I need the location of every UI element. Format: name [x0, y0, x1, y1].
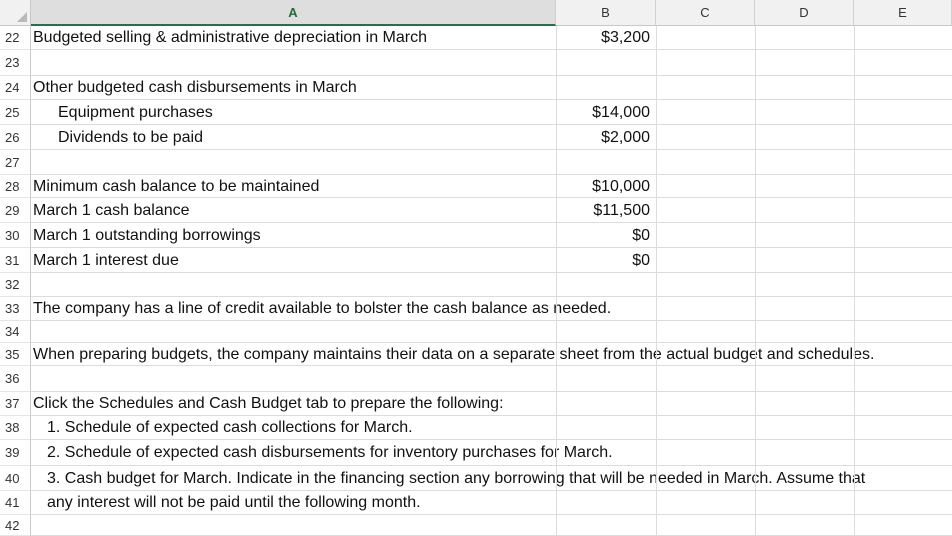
column-gridline: [854, 26, 855, 536]
table-row: [31, 50, 952, 76]
row-header[interactable]: 28: [0, 175, 31, 198]
column-header-d[interactable]: D: [755, 0, 854, 26]
row-header[interactable]: 29: [0, 198, 31, 223]
cell-a40[interactable]: 3. Cash budget for March. Indicate in th…: [47, 469, 866, 489]
row-header[interactable]: 31: [0, 248, 31, 273]
cell-b22[interactable]: $3,200: [556, 28, 650, 48]
cell-b30[interactable]: $0: [556, 226, 650, 246]
cell-a31[interactable]: March 1 interest due: [33, 251, 179, 271]
cell-a33[interactable]: The company has a line of credit availab…: [33, 299, 612, 319]
column-gridline: [656, 26, 657, 536]
cell-a38[interactable]: 1. Schedule of expected cash collections…: [47, 418, 413, 438]
cell-a28[interactable]: Minimum cash balance to be maintained: [33, 177, 320, 197]
row-header[interactable]: 22: [0, 26, 31, 50]
row-header[interactable]: 24: [0, 76, 31, 100]
row-header[interactable]: 27: [0, 150, 31, 175]
table-row: [31, 515, 952, 536]
column-gridline: [755, 26, 756, 536]
cell-b26[interactable]: $2,000: [556, 128, 650, 148]
row-header[interactable]: 38: [0, 416, 31, 440]
cell-a22[interactable]: Budgeted selling & administrative deprec…: [33, 28, 427, 48]
row-header[interactable]: 37: [0, 392, 31, 416]
cell-a30[interactable]: March 1 outstanding borrowings: [33, 226, 261, 246]
row-header[interactable]: 30: [0, 223, 31, 248]
row-header[interactable]: 36: [0, 366, 31, 392]
table-row: [31, 273, 952, 297]
table-row: [31, 321, 952, 343]
column-header-a[interactable]: A: [31, 0, 556, 26]
cell-b31[interactable]: $0: [556, 251, 650, 271]
table-row: [31, 366, 952, 392]
row-header[interactable]: 39: [0, 440, 31, 466]
cell-a37[interactable]: Click the Schedules and Cash Budget tab …: [33, 394, 504, 414]
cell-b25[interactable]: $14,000: [556, 103, 650, 123]
select-all-corner[interactable]: [0, 0, 31, 26]
cell-a41[interactable]: any interest will not be paid until the …: [47, 493, 421, 513]
cell-a35[interactable]: When preparing budgets, the company main…: [33, 345, 875, 365]
select-all-triangle-icon: [17, 12, 27, 22]
cell-a29[interactable]: March 1 cash balance: [33, 201, 190, 221]
column-header-c[interactable]: C: [656, 0, 755, 26]
cell-a25[interactable]: Equipment purchases: [58, 103, 213, 123]
cell-a39[interactable]: 2. Schedule of expected cash disbursemen…: [47, 443, 613, 463]
row-header[interactable]: 34: [0, 321, 31, 343]
row-header[interactable]: 41: [0, 491, 31, 515]
cell-a26[interactable]: Dividends to be paid: [58, 128, 203, 148]
row-header[interactable]: 25: [0, 100, 31, 125]
row-header[interactable]: 23: [0, 50, 31, 76]
row-header[interactable]: 26: [0, 125, 31, 150]
row-header[interactable]: 33: [0, 297, 31, 321]
column-header-b[interactable]: B: [556, 0, 656, 26]
cell-a24[interactable]: Other budgeted cash disbursements in Mar…: [33, 78, 357, 98]
column-header-e[interactable]: E: [854, 0, 952, 26]
table-row: [31, 150, 952, 175]
row-header[interactable]: 35: [0, 343, 31, 366]
row-header[interactable]: 42: [0, 515, 31, 536]
column-gridline: [556, 26, 557, 536]
row-header[interactable]: 40: [0, 466, 31, 491]
cell-b28[interactable]: $10,000: [556, 177, 650, 197]
cell-b29[interactable]: $11,500: [556, 201, 650, 221]
row-header[interactable]: 32: [0, 273, 31, 297]
